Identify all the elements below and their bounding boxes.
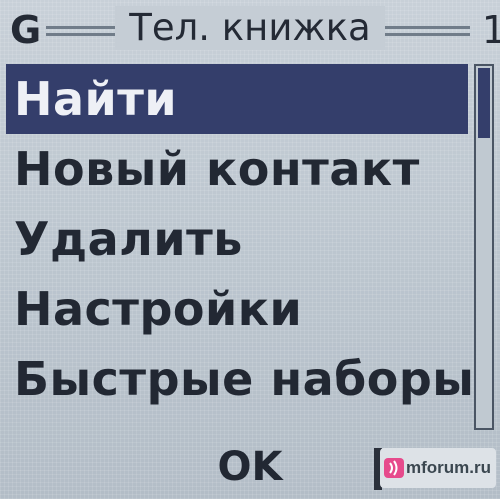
menu-item-settings[interactable]: Настройки [6, 274, 468, 344]
page-indicator: 1 [481, 8, 500, 52]
ok-softkey[interactable]: OK [210, 442, 290, 492]
menu-scrollbar[interactable] [474, 64, 494, 430]
menu-item-label: Найти [14, 72, 178, 126]
menu-item-delete[interactable]: Удалить [6, 204, 468, 274]
menu-item-label: Быстрые наборы [14, 352, 475, 406]
mforum-logo-icon [384, 458, 404, 478]
menu-item-find[interactable]: Найти [6, 64, 468, 134]
scrollbar-thumb[interactable] [478, 68, 490, 138]
watermark-text: mforum.ru [406, 458, 491, 477]
status-header: G Тел. книжка 1 [0, 6, 500, 54]
menu-item-speed-dials[interactable]: Быстрые наборы [6, 344, 474, 414]
menu-item-label: Новый контакт [14, 142, 420, 196]
menu-item-label: Настройки [14, 282, 303, 336]
watermark: mforum.ru [380, 448, 496, 488]
signal-indicator: G [10, 8, 42, 52]
screen-title: Тел. книжка [115, 6, 385, 50]
menu-item-label: Удалить [14, 212, 243, 266]
menu-item-new-contact[interactable]: Новый контакт [6, 134, 468, 204]
phone-screen: G Тел. книжка 1 Найти Новый контакт Удал… [0, 0, 500, 499]
phonebook-menu: Найти Новый контакт Удалить Настройки Бы… [6, 64, 474, 414]
